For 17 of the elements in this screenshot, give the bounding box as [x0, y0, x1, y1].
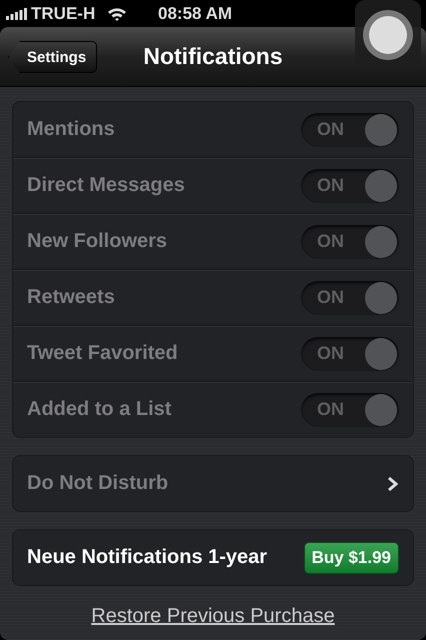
- setting-label: Retweets: [27, 286, 116, 309]
- restore-purchase-link[interactable]: Restore Previous Purchase: [91, 605, 335, 628]
- buy-button[interactable]: Buy $1.99: [304, 542, 399, 574]
- nav-title: Notifications: [143, 42, 283, 71]
- carrier-name: TRUE-H: [31, 4, 96, 24]
- setting-label: Added to a List: [27, 398, 172, 421]
- setting-label: Mentions: [27, 118, 116, 141]
- setting-label: Do Not Disturb: [27, 472, 170, 495]
- chevron-icon: [387, 476, 399, 492]
- purchase-label: Neue Notifications 1-year: [27, 546, 268, 569]
- setting-label: Tweet Favorited: [27, 342, 179, 365]
- setting-label: Direct Messages: [27, 174, 186, 197]
- wifi-icon: [107, 6, 128, 20]
- setting-label: New Followers: [27, 230, 168, 253]
- signal-icon: [6, 8, 27, 20]
- clock-time: 08:58 AM: [158, 4, 234, 24]
- back-button[interactable]: Settings: [8, 41, 98, 73]
